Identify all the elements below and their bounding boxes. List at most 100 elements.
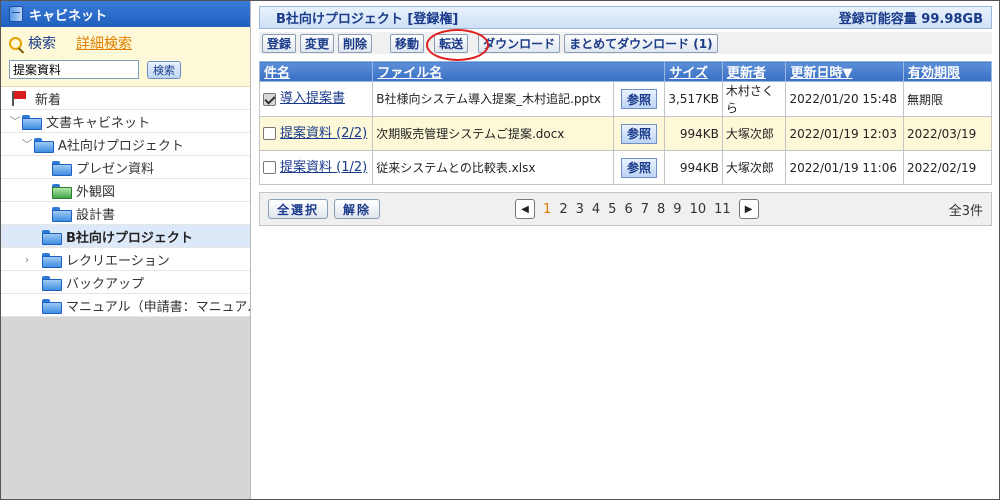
- table-row: 提案資料 (2/2) 次期販売管理システムご提案.docx 参照 994KB 大…: [258, 116, 992, 151]
- reference-button[interactable]: 参照: [620, 123, 657, 144]
- prev-page-icon[interactable]: ◀: [515, 199, 536, 219]
- tree-item-label: レクリエーション: [66, 253, 170, 269]
- updated-at: 2022/01/19 12:03: [785, 116, 905, 151]
- folder-header: B社向けプロジェクト [登録権] 登録可能容量 99.98GB: [259, 6, 992, 29]
- tree-item-a-project[interactable]: ﹀ A社向けプロジェクト: [1, 133, 250, 156]
- folder-icon: [51, 160, 72, 176]
- chevron-down-icon[interactable]: ﹀: [21, 136, 33, 152]
- row-checkbox[interactable]: [263, 161, 276, 175]
- tree-item-new[interactable]: 新着: [1, 87, 250, 110]
- reference-button[interactable]: 参照: [620, 89, 657, 109]
- subject-link[interactable]: 提案資料 (2/2): [280, 126, 367, 141]
- updater: 木村さくら: [721, 81, 787, 117]
- reference-button[interactable]: 参照: [620, 157, 657, 178]
- main-panel: B社向けプロジェクト [登録権] 登録可能容量 99.98GB 登録 変更 削除…: [252, 1, 999, 499]
- file-name: 次期販売管理システムご提案.docx: [372, 116, 614, 151]
- updated-at: 2022/01/19 11:06: [785, 150, 905, 185]
- tree-item-recreation[interactable]: › レクリエーション: [1, 248, 250, 271]
- table-header-row: 件名 ファイル名 サイズ 更新者 更新日時▼ 有効期限: [258, 61, 992, 82]
- transfer-button[interactable]: 転送: [426, 28, 490, 61]
- page-link[interactable]: 9: [673, 202, 681, 217]
- tree-item-label: マニュアル（申請書：マニュアル登: [66, 299, 250, 315]
- move-button[interactable]: 移動: [390, 33, 425, 53]
- column-size[interactable]: サイズ: [664, 61, 723, 82]
- row-checkbox[interactable]: [263, 92, 276, 106]
- sidebar-title: キャビネット: [29, 8, 108, 24]
- modify-button[interactable]: 変更: [300, 33, 335, 53]
- tree-item-b-project[interactable]: B社向けプロジェクト: [1, 225, 250, 248]
- file-size: 3,517KB: [664, 81, 723, 117]
- tree-item-manual[interactable]: マニュアル（申請書：マニュアル登: [1, 294, 250, 317]
- page-link[interactable]: 7: [641, 202, 649, 217]
- page-link[interactable]: 6: [624, 202, 632, 217]
- file-name: B社様向システム導入提案_木村追記.pptx: [372, 81, 614, 117]
- subject-link[interactable]: 導入提案書: [280, 92, 345, 106]
- column-expiry[interactable]: 有効期限: [903, 61, 992, 82]
- total-count: 全3件: [948, 203, 983, 219]
- tree-item-design-doc[interactable]: 設計書: [1, 202, 250, 225]
- updater: 大塚次郎: [721, 150, 787, 185]
- folder-icon: [51, 206, 72, 222]
- folder-icon: [41, 229, 62, 245]
- application-window: キャビネット 検索 詳細検索 検索 新着 ﹀ 文書キャビネット: [0, 0, 1000, 500]
- select-all-button[interactable]: 全選択: [268, 199, 329, 219]
- updated-at: 2022/01/20 15:48: [785, 81, 905, 117]
- column-updater[interactable]: 更新者: [721, 61, 787, 82]
- chevron-right-icon[interactable]: ›: [21, 253, 33, 266]
- folder-tree: 新着 ﹀ 文書キャビネット ﹀ A社向けプロジェクト プレゼン資料 外観図 設計…: [1, 87, 250, 317]
- column-filename[interactable]: ファイル名: [372, 61, 666, 82]
- tree-item-backup[interactable]: バックアップ: [1, 271, 250, 294]
- search-input[interactable]: [9, 60, 139, 79]
- expiry: 2022/03/19: [903, 116, 992, 151]
- tree-item-label: 文書キャビネット: [46, 115, 151, 131]
- folder-icon: [21, 114, 42, 130]
- updater: 大塚次郎: [721, 116, 787, 151]
- pagination: ◀ 1 2 3 4 5 6 7 8 9 10 11 ▶: [511, 199, 763, 219]
- search-icon: [9, 36, 22, 50]
- next-page-icon[interactable]: ▶: [738, 199, 759, 219]
- flag-icon: [11, 90, 29, 106]
- file-size: 994KB: [664, 150, 723, 185]
- sidebar: キャビネット 検索 詳細検索 検索 新着 ﹀ 文書キャビネット: [1, 1, 251, 499]
- folder-icon: [41, 252, 62, 268]
- folder-icon: [41, 298, 62, 314]
- search-link[interactable]: 検索: [28, 33, 56, 53]
- sidebar-header: キャビネット: [1, 1, 250, 27]
- page-link[interactable]: 1: [543, 202, 551, 217]
- page-link[interactable]: 8: [657, 202, 665, 217]
- page-link[interactable]: 5: [608, 202, 616, 217]
- bulk-download-button[interactable]: まとめてダウンロード (1): [564, 33, 718, 53]
- tree-item-label: 新着: [35, 92, 62, 108]
- file-size: 994KB: [664, 116, 723, 151]
- shared-folder-icon: [51, 183, 72, 199]
- folder-icon: [33, 137, 54, 153]
- toolbar: 登録 変更 削除 移動 転送 ダウンロード まとめてダウンロード (1): [259, 28, 992, 61]
- page-link[interactable]: 3: [576, 202, 584, 217]
- tree-item-exterior[interactable]: 外観図: [1, 179, 250, 202]
- search-panel: 検索 詳細検索 検索: [1, 27, 250, 87]
- page-link[interactable]: 2: [559, 202, 567, 217]
- register-button[interactable]: 登録: [262, 33, 297, 53]
- search-button[interactable]: 検索: [147, 60, 181, 79]
- tree-item-label: 設計書: [76, 207, 116, 223]
- tree-item-label: プレゼン資料: [76, 161, 155, 177]
- chevron-down-icon[interactable]: ﹀: [9, 113, 21, 129]
- tree-item-label: バックアップ: [66, 276, 145, 292]
- column-subject[interactable]: 件名: [258, 61, 374, 82]
- page-link[interactable]: 10: [690, 202, 707, 217]
- cabinet-icon: [9, 6, 23, 22]
- delete-button[interactable]: 削除: [338, 33, 373, 53]
- column-updated[interactable]: 更新日時▼: [785, 61, 905, 82]
- tree-item-document-cabinet[interactable]: ﹀ 文書キャビネット: [1, 110, 250, 133]
- subject-link[interactable]: 提案資料 (1/2): [280, 160, 367, 175]
- tree-item-label: B社向けプロジェクト: [66, 230, 193, 246]
- tree-item-label: A社向けプロジェクト: [58, 138, 184, 154]
- advanced-search-link[interactable]: 詳細検索: [76, 33, 132, 53]
- download-button[interactable]: ダウンロード: [478, 33, 561, 53]
- page-link[interactable]: 11: [714, 202, 731, 217]
- tree-item-presentation[interactable]: プレゼン資料: [1, 156, 250, 179]
- page-link[interactable]: 4: [592, 202, 600, 217]
- expiry: 2022/02/19: [903, 150, 992, 185]
- deselect-button[interactable]: 解除: [334, 199, 381, 219]
- row-checkbox[interactable]: [263, 127, 276, 141]
